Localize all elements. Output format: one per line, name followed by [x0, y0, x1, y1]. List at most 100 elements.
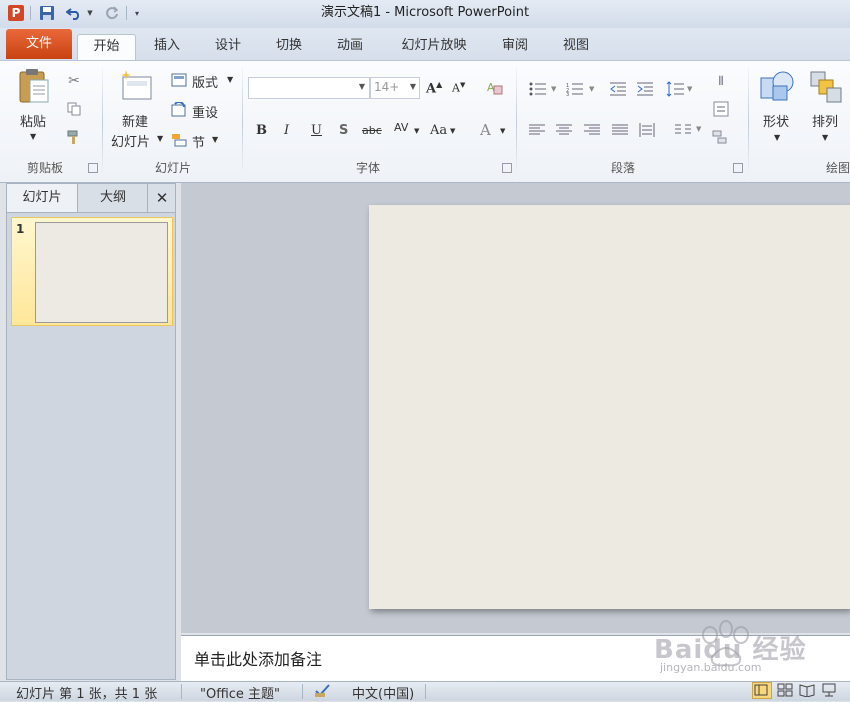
tab-file[interactable]: 文件	[6, 29, 72, 59]
drawing-group-label: 绘图	[826, 161, 850, 175]
shrink-font-icon[interactable]: A▼	[452, 81, 465, 95]
new-slide-label-1[interactable]: 新建	[122, 111, 148, 130]
language-status[interactable]: 中文(中国)	[352, 683, 414, 702]
spell-check-icon[interactable]	[314, 682, 332, 702]
tab-view[interactable]: 视图	[551, 34, 601, 60]
new-slide-dropdown-icon[interactable]: ▼	[157, 134, 163, 143]
tab-slideshow[interactable]: 幻灯片放映	[388, 34, 480, 60]
tab-slides-thumbnails[interactable]: 幻灯片	[7, 184, 78, 212]
tab-review[interactable]: 审阅	[490, 34, 540, 60]
paste-icon[interactable]	[16, 67, 52, 107]
reset-icon[interactable]	[170, 101, 188, 119]
slide-editing-area	[181, 183, 850, 633]
shapes-icon[interactable]	[758, 67, 796, 105]
columns-dropdown-icon[interactable]: ▼	[696, 125, 701, 133]
watermark-url: jingyan.baidu.com	[660, 661, 762, 674]
smartart-icon[interactable]	[710, 127, 732, 147]
distributed-icon[interactable]	[637, 121, 657, 139]
title-bar: P ▼ ▾ 演示文稿1 - Microsoft PowerPoint	[0, 0, 850, 29]
justify-icon[interactable]	[610, 121, 630, 139]
tab-home[interactable]: 开始	[77, 34, 136, 62]
character-spacing-button[interactable]: AV	[394, 121, 408, 134]
clipboard-dialog-launcher-icon[interactable]	[88, 163, 98, 173]
status-bar: 幻灯片 第 1 张，共 1 张 "Office 主题" 中文(中国)	[0, 681, 850, 702]
notes-placeholder[interactable]: 单击此处添加备注	[194, 646, 322, 670]
layout-button[interactable]: 版式	[192, 72, 218, 91]
section-button[interactable]: 节	[192, 132, 205, 151]
cut-icon[interactable]: ✂	[64, 71, 84, 91]
text-shadow-button[interactable]: S	[339, 123, 348, 138]
arrange-icon[interactable]	[808, 67, 846, 105]
decrease-indent-icon[interactable]	[608, 79, 628, 99]
copy-icon[interactable]	[64, 99, 84, 119]
slide-number: 1	[16, 222, 25, 236]
numbering-dropdown-icon[interactable]: ▼	[589, 85, 594, 93]
slide-canvas[interactable]	[369, 205, 850, 609]
font-size-dropdown-icon[interactable]: ▼	[410, 82, 416, 91]
italic-button[interactable]: I	[284, 123, 289, 138]
arrange-dropdown-icon[interactable]: ▼	[822, 133, 828, 142]
font-color-dropdown-icon[interactable]: ▼	[500, 127, 505, 135]
align-text-icon[interactable]	[710, 99, 732, 119]
layout-icon[interactable]	[170, 71, 188, 89]
paragraph-dialog-launcher-icon[interactable]	[733, 163, 743, 173]
underline-button[interactable]: U	[311, 123, 322, 138]
font-size-combobox[interactable]: 14+ ▼	[370, 77, 420, 99]
line-spacing-dropdown-icon[interactable]: ▼	[687, 85, 692, 93]
paste-dropdown-icon[interactable]: ▼	[30, 132, 36, 141]
align-left-icon[interactable]	[527, 121, 547, 139]
tab-design[interactable]: 设计	[203, 34, 253, 60]
arrange-button[interactable]: 排列	[812, 111, 838, 130]
shapes-dropdown-icon[interactable]: ▼	[774, 133, 780, 142]
svg-text:3: 3	[566, 92, 569, 96]
paragraph-group-label: 段落	[610, 161, 635, 175]
slides-pane-tabs: 幻灯片 大纲 ✕	[7, 184, 175, 213]
font-dialog-launcher-icon[interactable]	[502, 163, 512, 173]
format-painter-icon[interactable]	[64, 127, 84, 147]
align-right-icon[interactable]	[582, 121, 602, 139]
character-spacing-dropdown-icon[interactable]: ▼	[414, 127, 419, 135]
new-slide-icon[interactable]	[118, 67, 154, 105]
numbering-icon[interactable]: 123	[564, 79, 586, 99]
tab-insert[interactable]: 插入	[142, 34, 192, 60]
new-slide-button[interactable]: 幻灯片	[111, 131, 150, 150]
bullets-icon[interactable]	[527, 79, 549, 99]
section-icon[interactable]	[170, 131, 188, 149]
normal-view-icon[interactable]	[752, 682, 772, 699]
increase-indent-icon[interactable]	[635, 79, 655, 99]
grow-font-icon[interactable]: A▲	[426, 79, 442, 96]
font-color-button[interactable]: A	[480, 121, 491, 139]
slideshow-view-icon[interactable]	[821, 683, 837, 701]
font-size-value: 14+	[374, 80, 400, 94]
clipboard-group-label: 剪贴板	[26, 161, 63, 175]
window-title: 演示文稿1 - Microsoft PowerPoint	[320, 5, 530, 20]
close-pane-icon[interactable]: ✕	[149, 184, 175, 212]
bold-button[interactable]: B	[256, 123, 267, 138]
strikethrough-button[interactable]: abc	[362, 124, 382, 137]
bullets-dropdown-icon[interactable]: ▼	[551, 85, 556, 93]
text-direction-icon[interactable]: ⫴	[710, 71, 732, 91]
tab-transitions[interactable]: 切换	[264, 34, 314, 60]
reset-button[interactable]: 重设	[192, 102, 218, 121]
slide-sorter-view-icon[interactable]	[777, 683, 793, 701]
shapes-button[interactable]: 形状	[763, 111, 789, 130]
align-center-icon[interactable]	[554, 121, 574, 139]
font-name-dropdown-icon[interactable]: ▼	[359, 82, 365, 91]
theme-status[interactable]: "Office 主题"	[200, 683, 280, 702]
reading-view-icon[interactable]	[799, 683, 815, 701]
change-case-dropdown-icon[interactable]: ▼	[450, 127, 455, 135]
font-name-combobox[interactable]: ▼	[248, 77, 370, 99]
section-dropdown-icon[interactable]: ▼	[212, 135, 218, 144]
paste-button[interactable]: 粘贴	[20, 111, 46, 130]
slides-group-label: 幻灯片	[154, 161, 191, 175]
font-group-label: 字体	[355, 161, 380, 175]
tab-animations[interactable]: 动画	[325, 34, 375, 60]
columns-icon[interactable]	[673, 121, 693, 139]
change-case-button[interactable]: Aa	[430, 123, 447, 138]
slide-thumbnail-selected[interactable]: 1	[11, 217, 173, 326]
line-spacing-icon[interactable]	[664, 79, 686, 99]
clear-formatting-icon[interactable]: A	[484, 77, 506, 99]
slide-thumbnail-preview[interactable]	[35, 222, 168, 323]
tab-outline[interactable]: 大纲	[79, 184, 148, 212]
layout-dropdown-icon[interactable]: ▼	[227, 75, 233, 84]
